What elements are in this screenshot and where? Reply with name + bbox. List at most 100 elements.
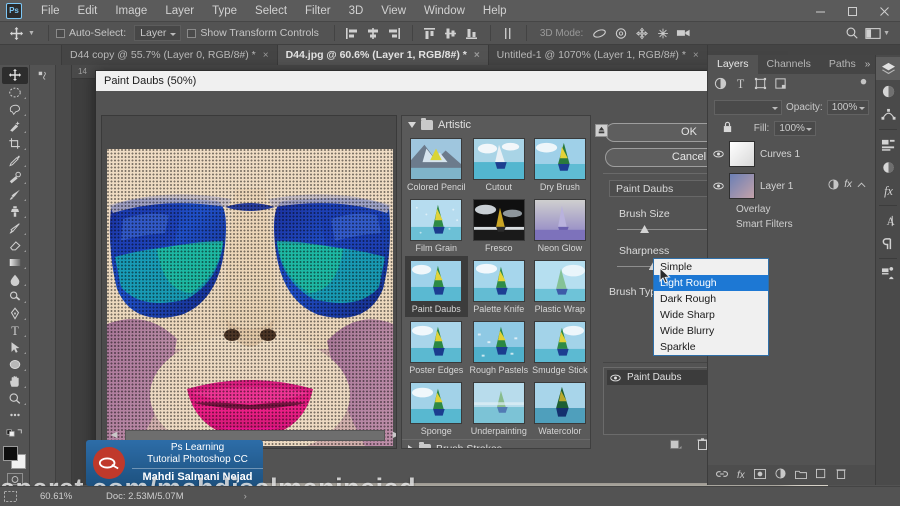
move-tool-icon[interactable] [4, 23, 28, 43]
color-swatches[interactable] [2, 445, 27, 469]
tab-channels[interactable]: Channels [758, 55, 820, 74]
menu-3d[interactable]: 3D [340, 2, 373, 20]
adjustments-dock-icon[interactable] [876, 80, 900, 103]
auto-select-scope-dropdown[interactable]: Layer [134, 25, 182, 41]
menu-image[interactable]: Image [106, 2, 156, 20]
brush-type-option-wide-sharp[interactable]: Wide Sharp [654, 307, 768, 323]
add-mask-icon[interactable] [753, 468, 766, 482]
screen-mode-icon[interactable] [0, 491, 20, 502]
eyedropper-tool[interactable] [2, 152, 28, 169]
filter-poster-edges[interactable]: Poster Edges [405, 317, 468, 378]
layer-thumbnail[interactable] [729, 173, 755, 199]
history-brush-tool[interactable] [2, 220, 28, 237]
brush-type-option-light-rough[interactable]: Light Rough [654, 275, 768, 291]
fill-value[interactable]: 100% [774, 121, 817, 136]
close-icon[interactable] [868, 0, 900, 22]
libraries-dock-icon[interactable] [876, 262, 900, 285]
pen-tool[interactable] [2, 305, 28, 322]
type-tool[interactable]: T [2, 322, 28, 339]
menu-edit[interactable]: Edit [69, 2, 107, 20]
lasso-tool[interactable] [2, 101, 28, 118]
maximize-icon[interactable] [836, 0, 868, 22]
close-icon[interactable]: × [693, 50, 699, 61]
filter-underpainting[interactable]: Underpainting [468, 378, 531, 439]
history-dock-icon[interactable]: fx [876, 179, 900, 202]
path-selection-tool[interactable] [2, 339, 28, 356]
link-layers-icon[interactable] [716, 469, 728, 482]
filter-preview-pane[interactable]: ◄ ► [101, 115, 397, 449]
menu-filter[interactable]: Filter [296, 2, 340, 20]
layer-thumbnail[interactable] [729, 141, 755, 167]
tab-paths[interactable]: Paths [820, 55, 865, 74]
move-tool[interactable] [1, 67, 28, 84]
gradient-tool[interactable] [2, 254, 28, 271]
menu-window[interactable]: Window [415, 2, 474, 20]
filter-dry-brush[interactable]: Dry Brush [530, 134, 590, 195]
workspace-chevron-icon[interactable]: ▼ [883, 30, 890, 37]
camera-3d-icon[interactable] [673, 24, 694, 42]
fx-badge[interactable]: fx [844, 179, 852, 193]
filter-paint-daubs[interactable]: Paint Daubs [405, 256, 468, 317]
hand-tool[interactable] [2, 373, 28, 390]
new-filter-layer-icon[interactable] [669, 437, 682, 450]
filter-smudge-stick[interactable]: Smudge Stick [530, 317, 590, 378]
brush-type-option-sparkle[interactable]: Sparkle [654, 339, 768, 355]
filter-sponge[interactable]: Sponge [405, 378, 468, 439]
ellipse-shape-tool[interactable] [2, 356, 28, 373]
eye-icon[interactable] [712, 182, 724, 191]
category-brush-strokes[interactable]: Brush Strokes [402, 439, 590, 448]
properties-dock-icon[interactable] [876, 133, 900, 156]
chevron-right-icon[interactable] [408, 445, 414, 448]
show-hide-thumbnails-icon[interactable] [595, 124, 608, 140]
layer-style-icon[interactable]: fx [737, 470, 745, 481]
slider-thumb[interactable] [640, 225, 650, 233]
paragraph-dock-icon[interactable] [876, 232, 900, 255]
preview-scrollbar[interactable] [125, 429, 385, 441]
brush-type-option-simple[interactable]: Simple [654, 259, 768, 275]
blend-mode-dropdown[interactable] [714, 100, 782, 115]
clone-stamp-tool[interactable] [2, 203, 28, 220]
dodge-tool[interactable] [2, 288, 28, 305]
filter-colored-pencil[interactable]: Colored Pencil [405, 134, 468, 195]
filter-film-grain[interactable]: Film Grain [405, 195, 468, 256]
color-dock-icon[interactable] [876, 156, 900, 179]
toggle-filters-icon[interactable] [858, 78, 869, 92]
new-adjustment-layer-icon[interactable] [775, 468, 786, 482]
zoom-in-icon[interactable]: ► [389, 428, 396, 442]
filter-cutout[interactable]: Cutout [468, 134, 531, 195]
document-tab-untitled-1[interactable]: Untitled-1 @ 1070% (Layer 1, RGB/8#) * × [488, 45, 708, 65]
orbit-3d-icon[interactable] [589, 24, 610, 42]
filter-plastic-wrap[interactable]: Plastic Wrap [530, 256, 590, 317]
close-icon[interactable]: × [474, 50, 480, 61]
tool-preset-chevron-icon[interactable]: ▼ [28, 30, 35, 37]
show-transform-checkbox[interactable] [187, 28, 197, 38]
filter-fresco[interactable]: Fresco [468, 195, 531, 256]
slide-3d-icon[interactable] [652, 24, 673, 42]
zoom-tool[interactable] [2, 390, 28, 407]
align-vertical-centers-icon[interactable] [441, 24, 462, 42]
elliptical-marquee-tool[interactable] [2, 84, 28, 101]
opacity-value[interactable]: 100% [826, 100, 869, 115]
panel-overflow-icon[interactable]: » [865, 59, 871, 70]
foreground-color-swatch[interactable] [2, 445, 18, 461]
shape-filter-icon[interactable] [754, 77, 767, 93]
pan-3d-icon[interactable] [631, 24, 652, 42]
align-top-edges-icon[interactable] [420, 24, 441, 42]
menu-layer[interactable]: Layer [156, 2, 203, 20]
eye-icon[interactable] [712, 150, 724, 159]
quick-mask-mode-icon[interactable] [6, 473, 23, 485]
character-dock-icon[interactable]: A [876, 209, 900, 232]
new-group-icon[interactable] [794, 469, 807, 482]
lock-icon[interactable] [722, 121, 733, 136]
auto-select-checkbox[interactable] [55, 28, 65, 38]
adjustment-filter-icon[interactable] [714, 77, 727, 93]
category-artistic-header[interactable]: Artistic [402, 116, 590, 134]
layer-row-curves-1[interactable]: Curves 1 [708, 138, 875, 170]
status-expand-arrow[interactable]: › [244, 491, 247, 502]
menu-file[interactable]: File [32, 2, 69, 20]
blur-tool[interactable] [2, 271, 28, 288]
filter-neon-glow[interactable]: Neon Glow [530, 195, 590, 256]
menu-type[interactable]: Type [203, 2, 246, 20]
quick-selection-tool[interactable] [2, 118, 28, 135]
layer-row-layer-1[interactable]: Layer 1 fx [708, 170, 875, 202]
